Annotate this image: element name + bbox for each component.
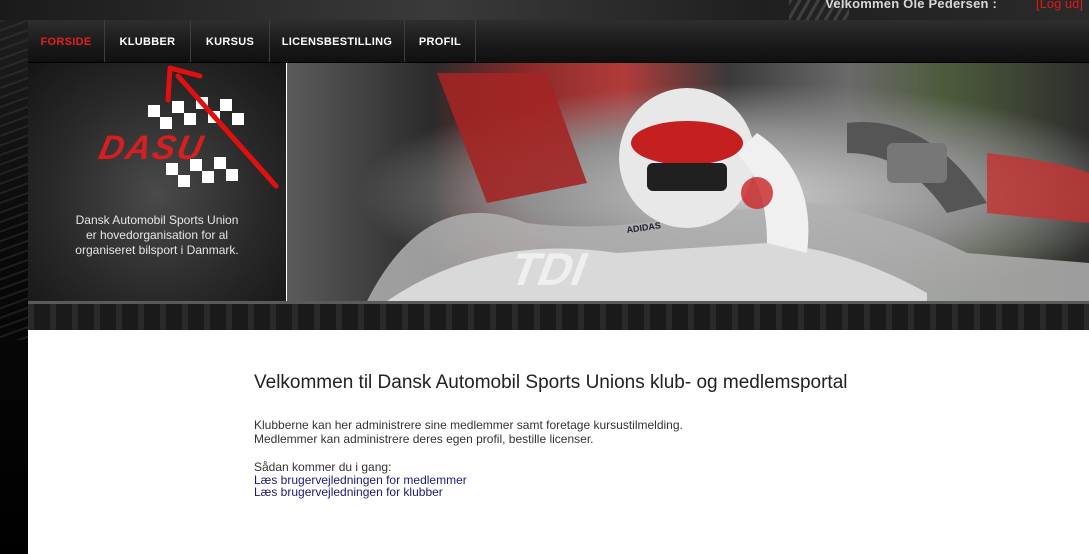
welcome-user-text: Velkommen Ole Pedersen :: [825, 0, 997, 11]
nav-forside[interactable]: FORSIDE: [28, 20, 105, 62]
banner-logo-panel: DASU Dansk Automobil Sports Union er hov…: [28, 63, 286, 301]
banner-description-line: Dansk Automobil Sports Union: [75, 213, 239, 227]
banner-description-line: er hovedorganisation for al: [85, 228, 229, 242]
getting-started-section: Sådan kommer du i gang: Læs brugervejled…: [254, 460, 467, 498]
nav-kursus[interactable]: KURSUS: [191, 20, 270, 62]
getting-started-label: Sådan kommer du i gang:: [254, 460, 392, 474]
top-bar: Velkommen Ole Pedersen : [Log ud]: [0, 0, 1089, 20]
banner-description-line: organiseret bilsport i Danmark.: [75, 243, 239, 257]
banner-racing-photo: TDI ADIDAS: [287, 63, 1089, 301]
dasu-logo-text: DASU: [96, 129, 208, 167]
intro-line: Medlemmer kan administrere deres egen pr…: [254, 432, 594, 446]
nav-klubber[interactable]: KLUBBER: [105, 20, 191, 62]
main-content: Velkommen til Dansk Automobil Sports Uni…: [28, 330, 1089, 554]
club-guide-link[interactable]: Læs brugervejledningen for klubber: [254, 486, 467, 498]
page-title: Velkommen til Dansk Automobil Sports Uni…: [254, 372, 848, 393]
nav-licensbestilling[interactable]: LICENSBESTILLING: [270, 20, 405, 62]
racing-car-illustration: TDI ADIDAS: [367, 73, 1089, 301]
intro-text: Klubberne kan her administrere sine medl…: [254, 418, 683, 446]
intro-line: Klubberne kan her administrere sine medl…: [254, 418, 683, 432]
dasu-logo: DASU: [96, 97, 244, 187]
decorative-tire-band: [28, 301, 1089, 333]
logout-link[interactable]: [Log ud]: [1036, 0, 1083, 11]
left-side-decoration: [0, 20, 28, 554]
banner-description: Dansk Automobil Sports Union er hovedorg…: [28, 213, 286, 258]
nav-profil[interactable]: PROFIL: [405, 20, 476, 62]
main-navigation: FORSIDE KLUBBER KURSUS LICENSBESTILLING …: [28, 20, 1089, 63]
